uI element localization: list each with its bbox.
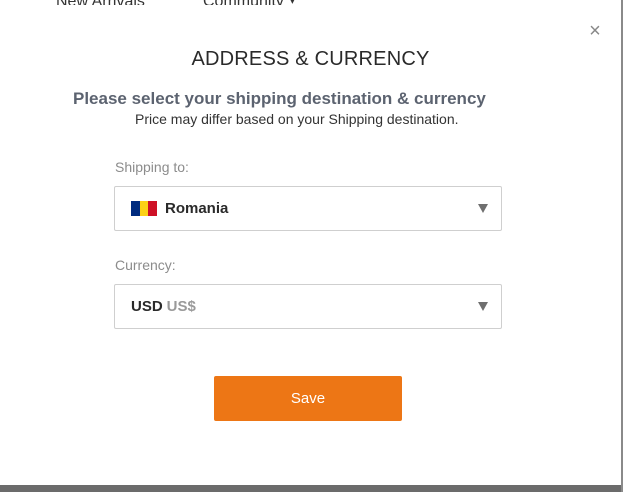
shipping-country-select[interactable]: Romania <box>114 186 502 231</box>
flag-stripe-yellow <box>139 201 149 216</box>
modal-subtitle: Please select your shipping destination … <box>73 89 486 108</box>
selected-country: Romania <box>165 200 229 217</box>
close-icon[interactable]: × <box>587 21 603 41</box>
address-currency-modal: × ADDRESS & CURRENCY Please select your … <box>0 5 621 485</box>
currency-code: USD <box>131 298 163 315</box>
modal-title: ADDRESS & CURRENCY <box>191 48 430 70</box>
currency-select[interactable]: USD US$ <box>114 284 502 329</box>
save-button[interactable]: Save <box>214 376 402 421</box>
dropdown-caret-icon <box>478 204 488 213</box>
shipping-label: Shipping to: <box>115 159 189 175</box>
selected-currency: USD US$ <box>131 298 196 315</box>
flag-stripe-blue <box>131 201 140 216</box>
flag-stripe-red <box>148 201 158 216</box>
romania-flag-icon <box>131 201 158 216</box>
price-note: Price may differ based on your Shipping … <box>135 111 459 127</box>
currency-label: Currency: <box>115 257 176 273</box>
dropdown-caret-icon <box>478 302 488 311</box>
currency-symbol: US$ <box>166 298 196 315</box>
